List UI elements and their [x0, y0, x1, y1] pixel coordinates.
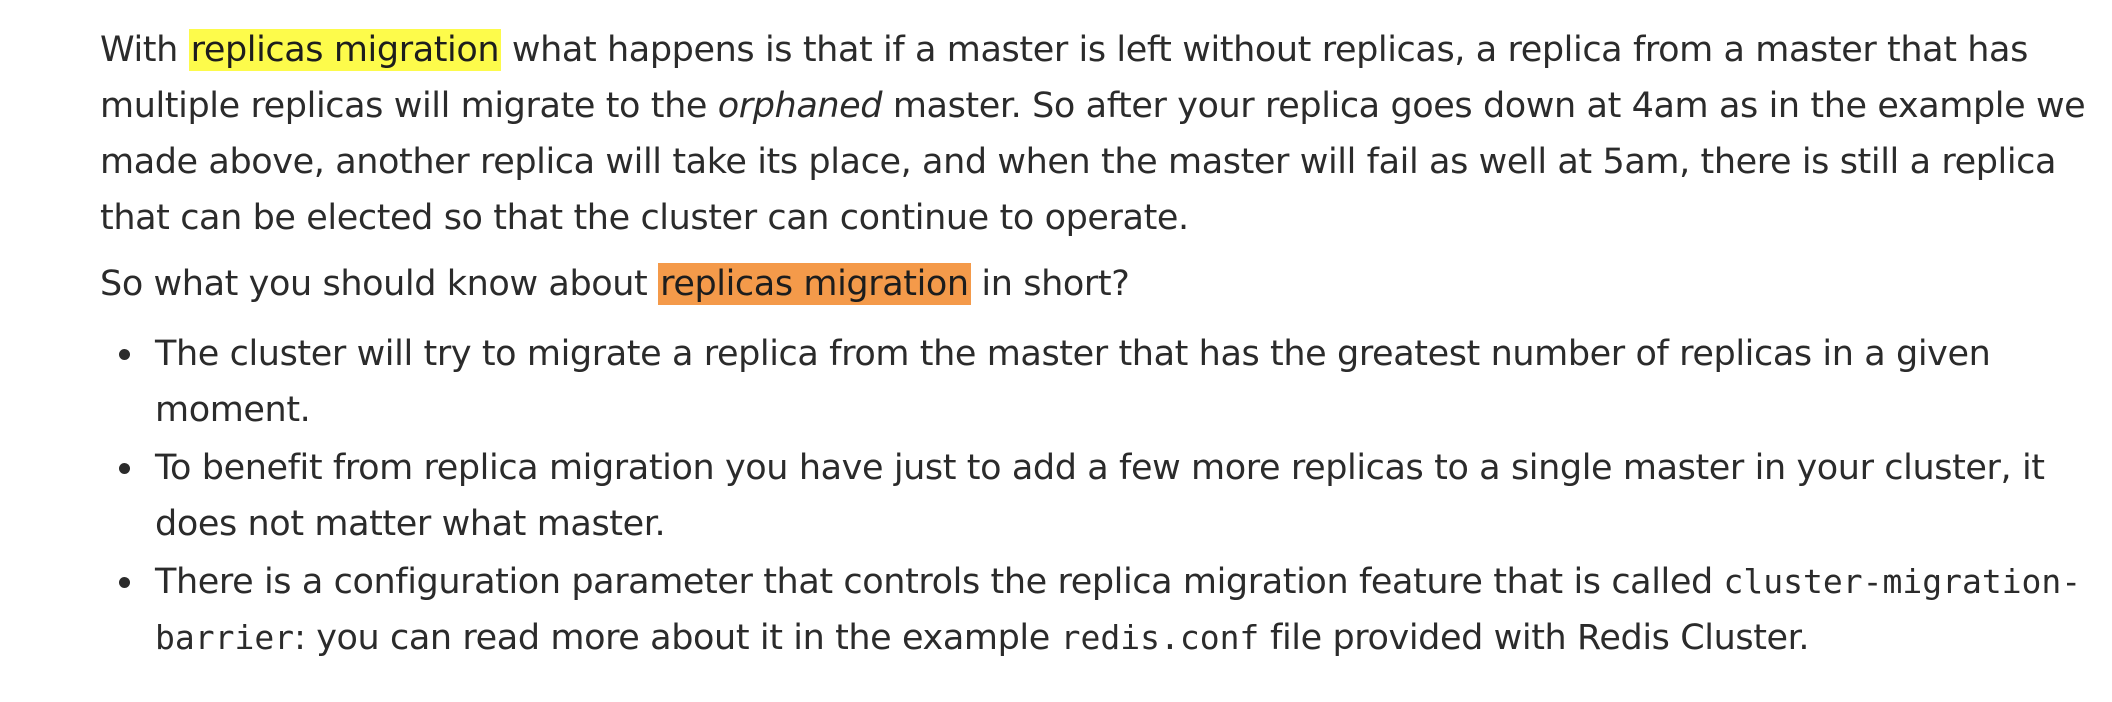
paragraph-summary-question: So what you should know about replicas m…: [100, 256, 2090, 312]
list-item: There is a configuration parameter that …: [119, 554, 2090, 666]
bullet-list: The cluster will try to migrate a replic…: [100, 326, 2090, 666]
list-item-text: The cluster will try to migrate a replic…: [155, 334, 1991, 430]
list-item-text: To benefit from replica migration you ha…: [155, 448, 2045, 544]
list-item: The cluster will try to migrate a replic…: [119, 326, 2090, 438]
list-item-text: There is a configuration parameter that …: [155, 562, 1724, 602]
list-item: To benefit from replica migration you ha…: [119, 440, 2090, 552]
paragraph-text: With: [100, 30, 189, 70]
search-highlight-yellow: replicas migration: [188, 29, 502, 71]
inline-code-filename: redis.conf: [1060, 618, 1260, 657]
paragraph-text: So what you should know about: [100, 264, 659, 304]
paragraph-replicas-migration-intro: With replicas migration what happens is …: [100, 22, 2090, 246]
paragraph-text: in short?: [970, 264, 1130, 304]
bullet-icon: [119, 349, 130, 360]
list-item-text: : you can read more about it in the exam…: [294, 618, 1061, 658]
list-item-text: file provided with Redis Cluster.: [1259, 618, 1810, 658]
bullet-icon: [119, 463, 130, 474]
emphasis-text: orphaned: [717, 86, 883, 126]
document-body: With replicas migration what happens is …: [100, 22, 2090, 666]
search-highlight-current: replicas migration: [658, 263, 971, 305]
bullet-icon: [119, 577, 130, 588]
